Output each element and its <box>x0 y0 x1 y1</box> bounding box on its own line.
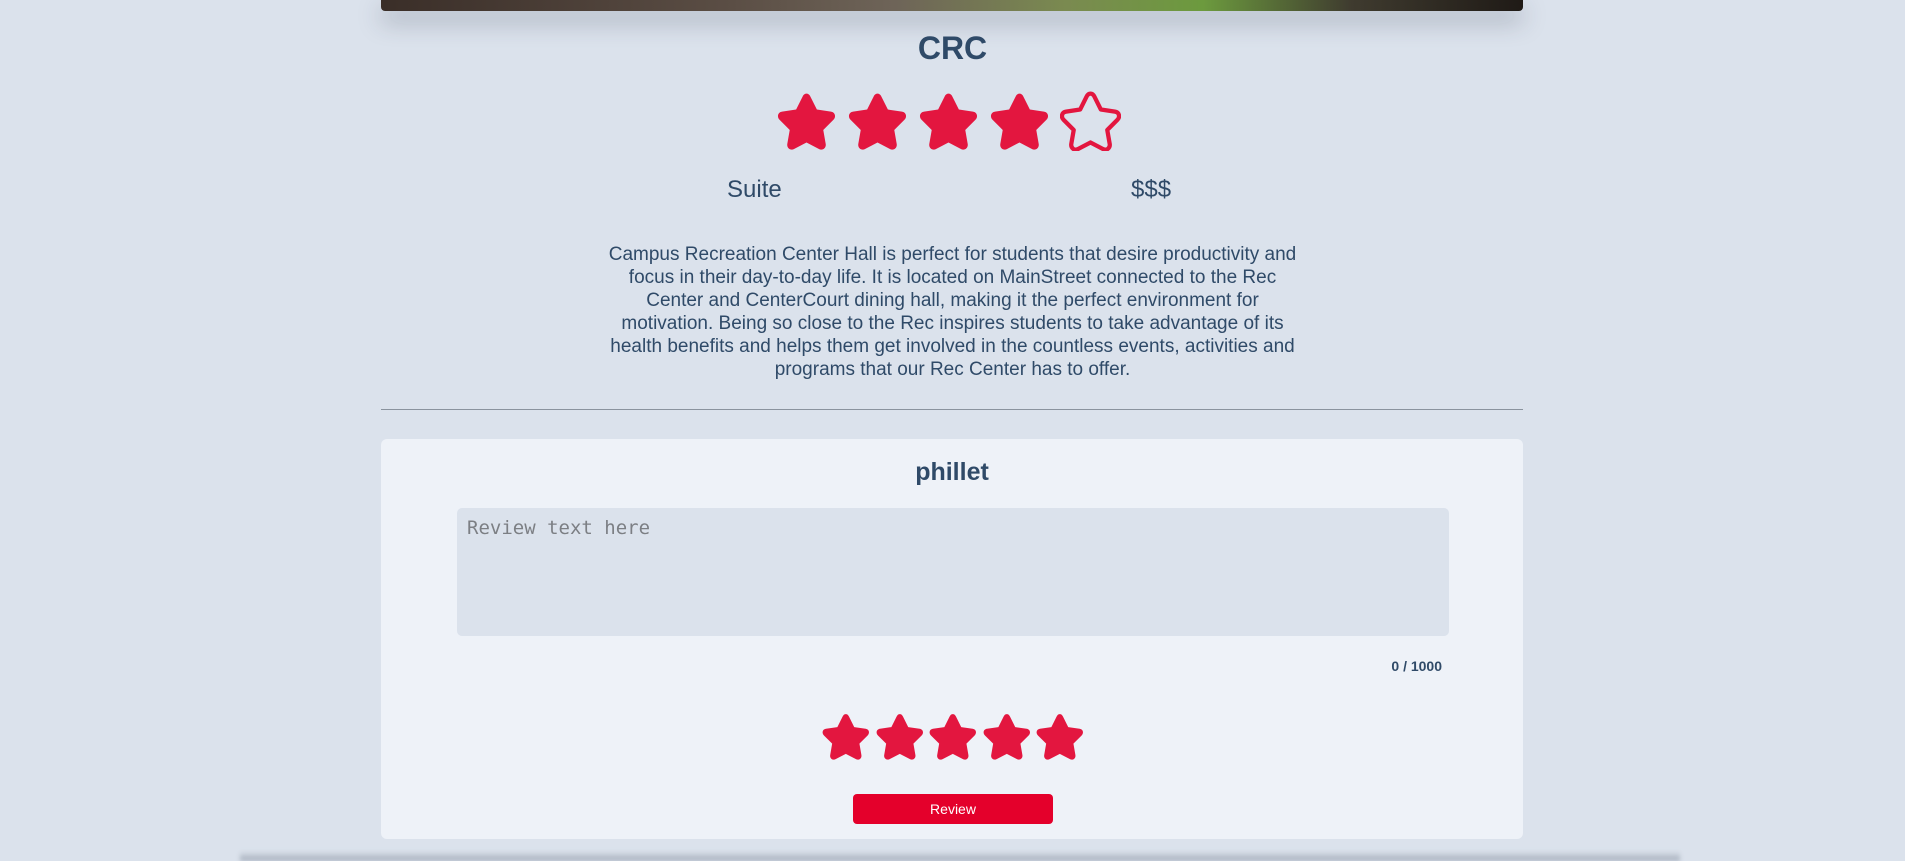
page: CRC Suite $$$ Campus Recreation Center H… <box>0 0 1905 861</box>
hall-title: CRC <box>917 30 988 66</box>
review-text-input[interactable] <box>457 508 1449 636</box>
review-card: phillet 0 / 1000 Review <box>381 439 1523 839</box>
star-outline-icon <box>1060 91 1121 151</box>
star-icon[interactable] <box>1035 711 1085 761</box>
hall-description: Campus Recreation Center Hall is perfect… <box>608 244 1297 380</box>
bottom-shadow <box>240 851 1680 861</box>
star-icon[interactable] <box>982 711 1032 761</box>
price-level: $$$ <box>1131 176 1172 203</box>
star-icon[interactable] <box>928 711 978 761</box>
reviewer-username: phillet <box>915 458 989 486</box>
review-submit-button[interactable]: Review <box>853 794 1053 824</box>
review-star-rating[interactable] <box>821 711 1085 761</box>
star-icon <box>990 93 1049 150</box>
star-icon[interactable] <box>875 711 925 761</box>
room-type: Suite <box>727 176 782 203</box>
star-icon[interactable] <box>821 711 871 761</box>
char-count: 0 / 1000 <box>1391 658 1442 674</box>
divider <box>381 409 1523 410</box>
star-icon <box>777 93 836 150</box>
hall-rating <box>776 90 1126 154</box>
hall-photo <box>381 0 1523 11</box>
star-icon <box>919 93 978 150</box>
star-icon <box>848 93 907 150</box>
